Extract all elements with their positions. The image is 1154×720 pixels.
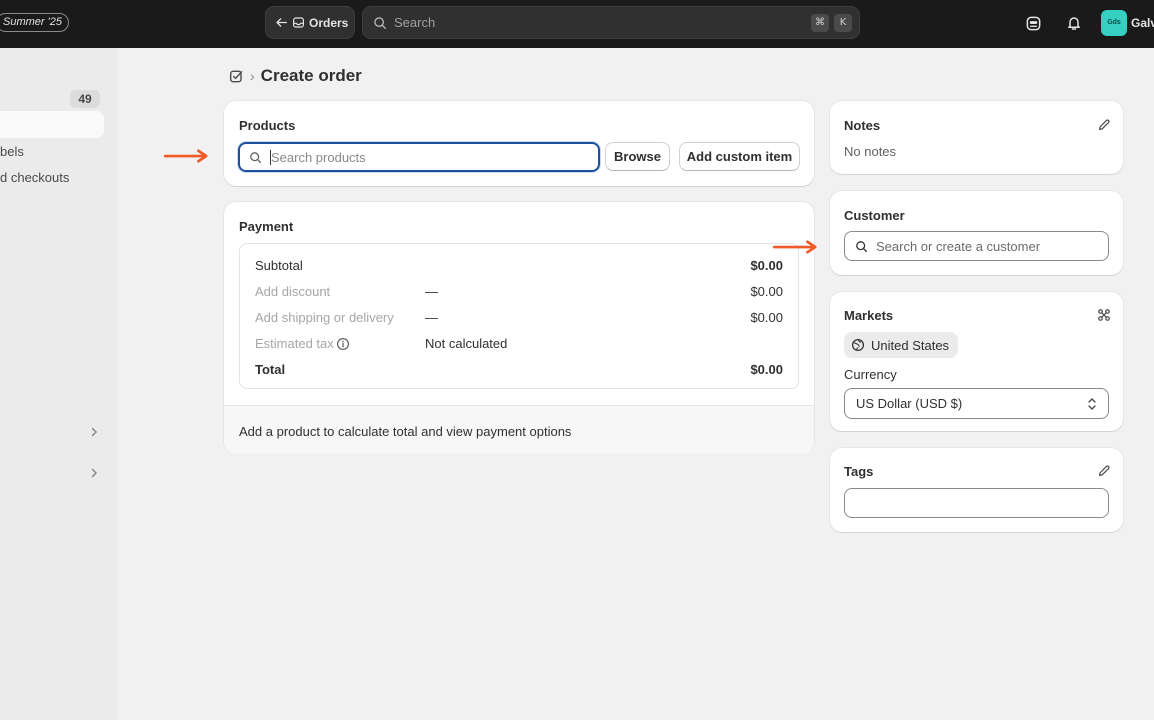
payment-row-subtotal: Subtotal $0.00 <box>255 258 783 274</box>
customer-search-input[interactable]: Search or create a customer <box>844 231 1109 261</box>
customer-title: Customer <box>844 208 905 223</box>
tags-title: Tags <box>844 464 874 479</box>
search-icon <box>374 16 386 29</box>
breadcrumb: › Create order <box>229 66 362 86</box>
payment-row-total: Total $0.00 <box>255 362 783 378</box>
back-label: Orders <box>309 15 349 30</box>
payment-summary: Subtotal $0.00 Add discount — $0.00 Add … <box>239 243 799 389</box>
info-icon[interactable] <box>336 337 350 351</box>
shipping-value: — <box>425 310 438 325</box>
global-search-input[interactable]: Search ⌘ K <box>362 6 860 39</box>
order-edit-icon[interactable] <box>229 69 244 84</box>
products-card: Products Search products Browse Add cust… <box>224 101 814 186</box>
estimated-tax-label: Estimated tax <box>255 336 334 351</box>
markets-title: Markets <box>844 308 894 323</box>
breadcrumb-separator: › <box>250 68 255 84</box>
tags-card: Tags <box>830 448 1123 532</box>
payment-title: Payment <box>239 219 294 234</box>
store-name[interactable]: Galv <box>1131 16 1154 30</box>
bell-icon[interactable] <box>1064 13 1084 33</box>
tags-input[interactable] <box>844 488 1109 518</box>
customer-card: Customer Search or create a customer <box>830 191 1123 275</box>
command-key-icon: ⌘ <box>811 14 829 32</box>
select-arrows-icon <box>1088 398 1096 410</box>
payment-footer-message: Add a product to calculate total and vie… <box>224 405 814 454</box>
discount-amount: $0.00 <box>750 284 783 299</box>
subtotal-label: Subtotal <box>255 258 303 273</box>
notes-card: Notes No notes <box>830 101 1123 174</box>
connect-icon[interactable] <box>1097 308 1111 322</box>
currency-value: US Dollar (USD $) <box>856 396 963 411</box>
market-name: United States <box>871 337 950 353</box>
sidebar-item-abandoned-checkouts[interactable]: d checkouts <box>0 170 69 185</box>
globe-icon <box>851 338 865 352</box>
inbox-icon <box>293 17 304 28</box>
search-icon <box>856 240 868 252</box>
payment-row-tax: Estimated tax Not calculated <box>255 336 783 352</box>
arrow-left-icon <box>276 18 288 27</box>
back-to-orders-button[interactable]: Orders <box>265 6 355 39</box>
chevron-right-icon[interactable] <box>88 426 100 438</box>
shipping-amount: $0.00 <box>750 310 783 325</box>
annotation-arrow-icon <box>772 240 817 254</box>
customer-search-placeholder: Search or create a customer <box>876 238 1041 254</box>
sidebar-item-labels[interactable]: bels <box>0 144 24 159</box>
market-chip[interactable]: United States <box>844 332 959 358</box>
notes-body: No notes <box>844 144 897 159</box>
top-bar: Summer '25 Orders Search ⌘ K Gds Galv <box>0 0 1154 48</box>
products-title: Products <box>239 118 296 133</box>
search-icon <box>250 151 262 163</box>
annotation-arrow-icon <box>163 149 208 163</box>
search-products-placeholder: Search products <box>271 149 366 165</box>
total-amount: $0.00 <box>750 362 783 377</box>
markets-card: Markets United States Currency US Dollar… <box>830 292 1123 431</box>
currency-select[interactable]: US Dollar (USD $) <box>844 388 1109 419</box>
discount-value: — <box>425 284 438 299</box>
edition-badge[interactable]: Summer '25 <box>0 13 69 32</box>
k-key: K <box>834 14 852 32</box>
notes-title: Notes <box>844 118 881 133</box>
payment-row-shipping: Add shipping or delivery — $0.00 <box>255 310 783 326</box>
pencil-icon[interactable] <box>1097 118 1111 132</box>
search-products-input[interactable]: Search products <box>238 142 600 172</box>
add-custom-item-button[interactable]: Add custom item <box>679 142 800 171</box>
subtotal-amount: $0.00 <box>750 258 783 273</box>
sidekick-icon[interactable] <box>1023 13 1043 33</box>
chevron-right-icon[interactable] <box>88 467 100 479</box>
orders-count-badge: 49 <box>70 90 100 108</box>
pencil-icon[interactable] <box>1097 464 1111 478</box>
currency-label: Currency <box>844 367 897 382</box>
browse-button[interactable]: Browse <box>605 142 670 171</box>
add-discount-link[interactable]: Add discount <box>255 284 330 299</box>
payment-card: Payment Subtotal $0.00 Add discount — $0… <box>224 202 814 454</box>
payment-row-discount: Add discount — $0.00 <box>255 284 783 300</box>
page-title: Create order <box>260 66 362 85</box>
add-shipping-link[interactable]: Add shipping or delivery <box>255 310 394 325</box>
avatar[interactable]: Gds <box>1101 10 1127 36</box>
tax-value: Not calculated <box>425 336 508 351</box>
global-search-placeholder: Search <box>394 15 436 30</box>
total-label: Total <box>255 362 286 377</box>
sidebar: 49 bels d checkouts <box>0 48 117 720</box>
sidebar-item-active[interactable] <box>0 111 104 138</box>
